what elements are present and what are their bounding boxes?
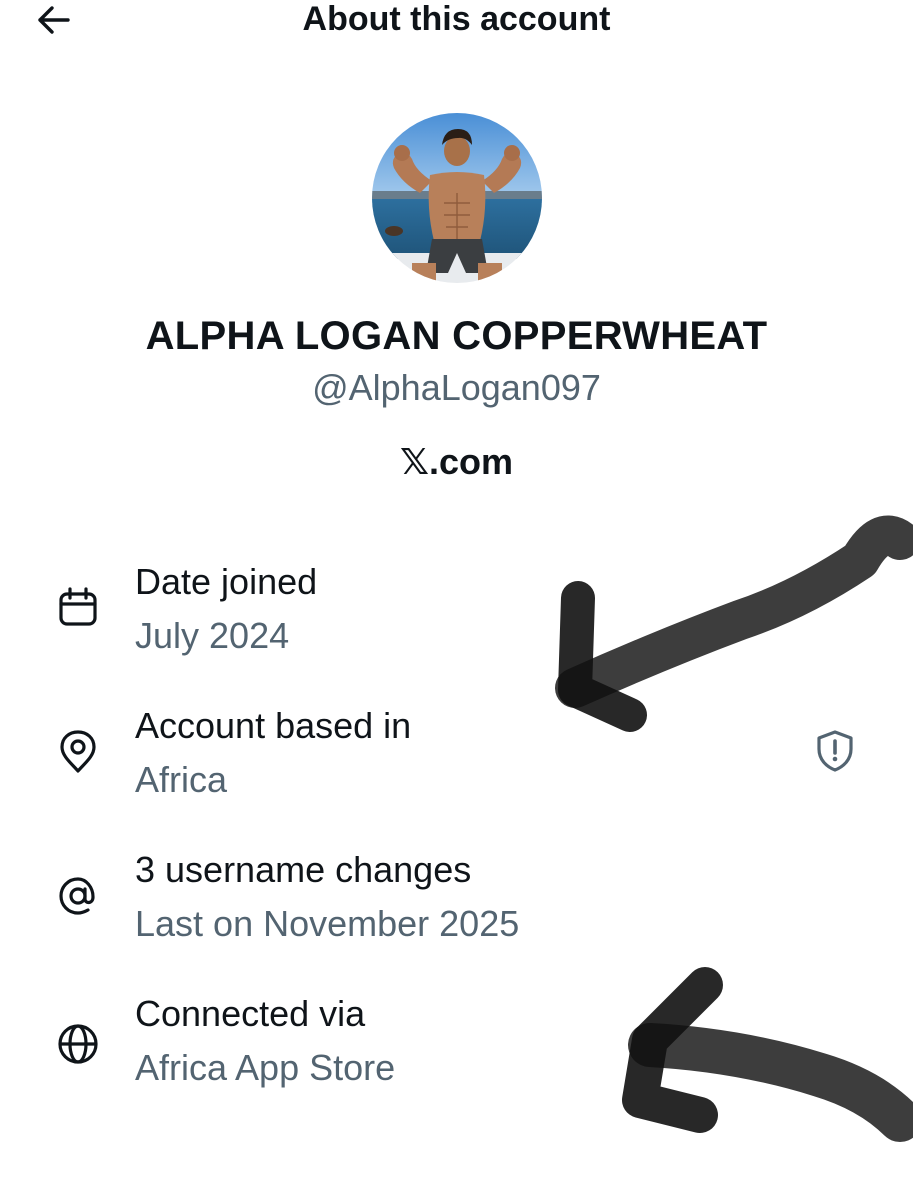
row-label: Date joined xyxy=(135,561,318,602)
row-value: Last on November 2025 xyxy=(135,903,520,944)
handle[interactable]: @AlphaLogan097 xyxy=(0,366,913,410)
globe-icon xyxy=(54,1020,102,1068)
calendar-icon xyxy=(54,584,102,632)
location-pin-icon xyxy=(54,728,102,776)
row-value: July 2024 xyxy=(135,615,290,656)
profile-photo xyxy=(372,113,542,283)
detail-row-account-based-in: Account based in Africa xyxy=(0,704,913,824)
detail-row-date-joined: Date joined July 2024 xyxy=(0,560,913,680)
row-value: Africa App Store xyxy=(135,1047,396,1088)
shield-alert-icon[interactable] xyxy=(812,728,858,774)
page-title: About this account xyxy=(302,0,611,38)
avatar[interactable] xyxy=(372,113,542,283)
at-sign-icon xyxy=(54,872,102,920)
row-label: 3 username changes xyxy=(135,849,472,890)
row-label: Connected via xyxy=(135,993,366,1034)
top-bar: About this account xyxy=(0,0,913,50)
row-label: Account based in xyxy=(135,705,412,746)
row-value: Africa xyxy=(135,759,228,800)
detail-row-connected-via: Connected via Africa App Store xyxy=(0,992,913,1112)
platform-label: 𝕏.com xyxy=(399,441,514,482)
display-name: ALPHA LOGAN COPPERWHEAT xyxy=(145,314,768,358)
detail-row-username-changes: 3 username changes Last on November 2025 xyxy=(0,848,913,968)
